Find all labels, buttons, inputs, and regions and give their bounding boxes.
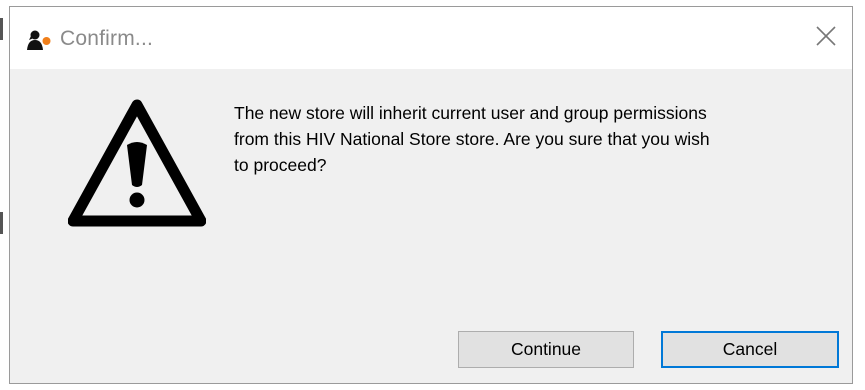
close-button[interactable]	[804, 15, 850, 59]
window-edge-mark	[0, 18, 3, 40]
confirm-dialog: Confirm... The new store will inherit cu…	[9, 6, 853, 384]
message-line: from this HIV National Store store. Are …	[234, 129, 710, 149]
warning-triangle-icon	[67, 99, 207, 227]
continue-button[interactable]: Continue	[458, 331, 634, 368]
app-icon	[26, 29, 52, 51]
cancel-button[interactable]: Cancel	[661, 331, 839, 368]
dialog-title: Confirm...	[60, 27, 154, 50]
message-line: to proceed?	[234, 155, 327, 175]
title-bar: Confirm...	[10, 7, 852, 69]
message-line: The new store will inherit current user …	[234, 103, 707, 123]
window-edge-mark	[0, 212, 3, 234]
dialog-message: The new store will inherit current user …	[234, 100, 846, 178]
close-icon	[816, 26, 836, 46]
